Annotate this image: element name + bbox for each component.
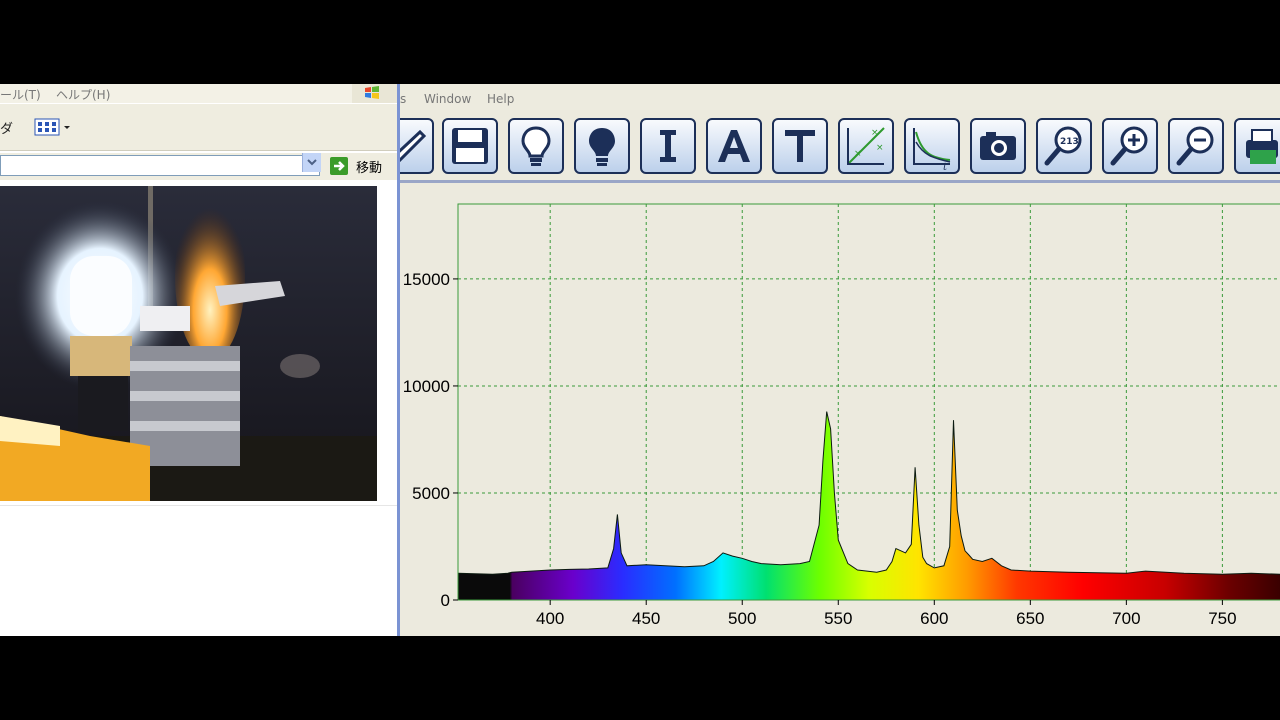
spectrometer-menu-bar: s Window Help [400,84,1280,110]
print-button[interactable] [1234,118,1280,174]
zoom-in-icon [1110,126,1148,166]
floppy-disk-icon [452,128,488,164]
pane-divider [0,505,397,506]
go-arrow-icon [330,157,348,175]
x-tick-label: 450 [632,609,660,628]
go-button[interactable]: 移動 [330,156,396,176]
x-axis-ticks: 400 450 500 550 600 650 700 750 [536,600,1237,628]
zoom-out-icon [1176,126,1214,166]
save-button[interactable] [442,118,498,174]
y-tick-label: 5000 [412,484,450,503]
decay-curve-icon: t [913,128,951,172]
open-file-icon [400,129,427,163]
camera-preview-image [0,186,377,501]
lightbulb-filled-icon [589,128,615,166]
lightbulb-outline-icon [521,126,551,166]
zoom-value-button[interactable]: 213 [1036,118,1092,174]
zoom-out-button[interactable] [1168,118,1224,174]
menu-window[interactable]: Window [424,92,471,106]
x-tick-label: 750 [1208,609,1236,628]
go-label: 移動 [356,161,383,176]
spectrum-chart: 0 5000 10000 15000 400 450 500 550 600 650 700 750 [403,203,1280,628]
view-grid-icon [34,118,70,136]
y-axis-ticks: 0 5000 10000 15000 [403,270,458,610]
plot-frame [457,203,1280,601]
chart-grid [458,204,1280,600]
x-tick-label: 700 [1112,609,1140,628]
spectrometer-window: s Window Help × × × t 213 0 5000 10000 1… [400,84,1280,636]
letter-i-icon [660,130,676,162]
printer-icon [1246,129,1278,164]
zoom-in-button[interactable] [1102,118,1158,174]
y-tick-label: 0 [441,591,450,610]
views-button[interactable] [34,117,74,137]
svg-text:213: 213 [1060,137,1079,147]
time-series-button[interactable]: t [904,118,960,174]
transmission-mode-button[interactable] [772,118,828,174]
letter-a-icon [718,130,750,162]
y-tick-label: 10000 [403,377,450,396]
x-tick-label: 500 [728,609,756,628]
address-bar: 移動 [0,153,397,180]
magnifier-number-icon: 213 [1044,126,1082,166]
chevron-down-icon [307,159,317,166]
explorer-menu-bar: ール(T) ヘルプ(H) [0,84,397,103]
svg-text:×: × [854,149,862,159]
dropdown-arrow-icon [64,126,70,129]
svg-text:×: × [876,143,884,153]
light-off-button[interactable] [574,118,630,174]
address-dropdown-button[interactable] [302,153,321,172]
x-tick-label: 400 [536,609,564,628]
y-tick-label: 15000 [403,270,450,289]
menu-help[interactable]: ヘルプ(H) [56,86,110,103]
windows-logo [352,84,397,103]
absorbance-mode-button[interactable] [706,118,762,174]
calibration-plot-button[interactable]: × × × [838,118,894,174]
intensity-mode-button[interactable] [640,118,696,174]
windows-flag-icon [365,86,379,99]
scatter-line-icon: × × × [847,127,885,165]
letter-t-icon [785,130,815,162]
menu-help[interactable]: Help [487,92,514,106]
camera-button[interactable] [970,118,1026,174]
open-button[interactable] [400,118,434,174]
camera-icon [980,132,1016,160]
x-tick-label: 650 [1016,609,1044,628]
x-tick-label: 600 [920,609,948,628]
explorer-toolbar: ダ [0,104,397,151]
file-explorer-window: ール(T) ヘルプ(H) ダ 移動 [0,84,397,636]
menu-partial[interactable]: s [400,92,406,106]
x-tick-label: 550 [824,609,852,628]
folders-button[interactable]: ダ [0,118,13,137]
spectrometer-toolbar: × × × t 213 [400,115,1280,177]
address-input[interactable] [0,155,320,176]
svg-text:×: × [871,128,879,138]
menu-tools[interactable]: ール(T) [0,86,41,103]
light-on-button[interactable] [508,118,564,174]
